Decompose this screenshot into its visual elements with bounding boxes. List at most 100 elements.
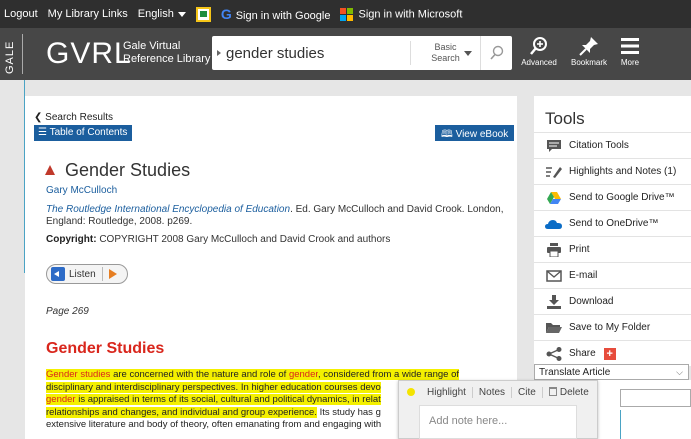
highlight-tab[interactable]: Highlight — [421, 386, 473, 398]
more-label: More — [620, 58, 640, 67]
download-icon — [547, 294, 561, 309]
microsoft-signin-button[interactable]: Sign in with Microsoft — [340, 7, 462, 21]
highlight-popover: Highlight Notes Cite Delete Add note her… — [398, 380, 598, 439]
toc-label: Table of Contents — [49, 127, 128, 138]
onedrive-item[interactable]: Send to OneDrive™ — [534, 210, 691, 236]
advanced-label: Advanced — [521, 58, 557, 67]
search-mode-select[interactable]: Basic Search — [410, 41, 480, 65]
google-drive-icon — [547, 191, 561, 204]
highlighted-text[interactable]: are concerned with the nature and role o… — [110, 369, 289, 380]
logo-divider — [22, 34, 23, 74]
body-text: extensive literature and body of theory,… — [46, 419, 382, 430]
search-input[interactable]: gender studies — [226, 45, 410, 62]
highlights-notes-item[interactable]: Highlights and Notes (1) — [534, 158, 691, 184]
translate-article-select[interactable]: Translate Article ⌵ — [534, 364, 689, 380]
cite-tab[interactable]: Cite — [512, 386, 543, 398]
microsoft-icon — [340, 7, 354, 21]
speaker-icon — [51, 267, 65, 281]
copyright-line: Copyright: COPYRIGHT 2008 Gary McCulloch… — [46, 234, 390, 245]
envelope-icon — [546, 269, 562, 282]
more-menu-button[interactable]: More — [605, 34, 655, 67]
highlighted-text[interactable]: , considered from a wide range of — [318, 369, 460, 380]
copyright-label: Copyright: — [46, 234, 97, 245]
highlighted-text[interactable]: disciplinary and interdisciplinary persp… — [46, 381, 381, 393]
notes-tab[interactable]: Notes — [473, 386, 513, 398]
advanced-search-icon — [530, 37, 547, 55]
citation-tools-item[interactable]: Citation Tools — [534, 132, 691, 158]
search-icon — [489, 45, 503, 60]
highlighted-text[interactable]: is appraised in terms of its social, cul… — [75, 394, 381, 405]
highlighted-term[interactable]: gender — [46, 394, 76, 405]
subtitle-line: Reference Library — [123, 53, 211, 65]
search-mode-label: Search — [431, 53, 460, 63]
search-bar: gender studies Basic Search — [212, 36, 512, 70]
gvrl-subtitle: Gale Virtual Reference Library — [123, 40, 210, 66]
tool-label: E-mail — [569, 270, 598, 281]
back-to-results-link[interactable]: ❮ Search Results — [34, 112, 113, 123]
pin-icon — [579, 37, 598, 56]
delete-button[interactable]: Delete — [543, 386, 595, 398]
table-of-contents-button[interactable]: ☰ Table of Contents — [34, 125, 133, 141]
email-item[interactable]: E-mail — [534, 262, 691, 288]
page-number: Page 269 — [46, 306, 89, 317]
download-item[interactable]: Download — [534, 288, 691, 314]
ebook-label: View eBook — [455, 129, 509, 140]
advanced-search-button[interactable]: Advanced — [514, 34, 564, 67]
body-text: Its study has g — [316, 406, 381, 418]
tool-label: Highlights and Notes (1) — [569, 166, 677, 177]
source-title[interactable]: The Routledge International Encyclopedia… — [46, 204, 290, 215]
tool-label: Share — [569, 348, 596, 359]
google-icon: G — [220, 6, 232, 22]
chevron-down-icon — [177, 11, 186, 17]
chevron-down-icon: ⌵ — [676, 367, 683, 377]
logout-link[interactable]: Logout — [4, 8, 38, 20]
collapse-icon[interactable] — [45, 165, 55, 175]
google-drive-item[interactable]: Send to Google Drive™ — [534, 184, 691, 210]
source-citation: The Routledge International Encyclopedia… — [46, 204, 506, 228]
search-mode-label: Basic — [434, 42, 457, 52]
tool-label: Send to Google Drive™ — [569, 192, 675, 203]
side-search-input[interactable] — [620, 389, 691, 407]
note-input[interactable]: Add note here... — [419, 405, 577, 439]
listen-label: Listen — [69, 268, 96, 280]
translate-label: Translate Article — [539, 367, 611, 378]
tool-label: Save to My Folder — [569, 322, 651, 333]
back-label: Search Results — [45, 112, 113, 123]
highlighted-term[interactable]: studies — [80, 369, 111, 380]
gale-logo[interactable]: GALE — [4, 34, 18, 74]
trash-icon — [548, 386, 557, 396]
folder-icon — [546, 323, 562, 333]
chevron-left-icon: ❮ — [34, 112, 46, 123]
language-label: English — [137, 8, 174, 20]
gvrl-logo[interactable]: GVRL — [46, 37, 132, 71]
delete-label: Delete — [559, 386, 589, 398]
highlighter-icon — [546, 166, 562, 178]
article-title: Gender Studies — [45, 160, 190, 181]
highlighted-text[interactable]: relationships and changes, and individua… — [46, 406, 317, 418]
print-item[interactable]: Print — [534, 236, 691, 262]
tools-panel: Tools Citation Tools Highlights and Note… — [534, 96, 691, 366]
language-select[interactable]: English — [138, 8, 186, 20]
add-share-icon[interactable]: + — [603, 347, 616, 360]
comment-icon — [547, 139, 561, 152]
save-folder-item[interactable]: Save to My Folder — [534, 314, 691, 340]
share-item[interactable]: Share + — [534, 340, 691, 366]
top-bar: Logout My Library Links English G Sign in… — [0, 0, 691, 28]
listen-button[interactable]: Listen — [46, 264, 128, 284]
view-ebook-button[interactable]: 🕮 View eBook — [435, 125, 515, 141]
google-classroom-icon[interactable] — [195, 6, 211, 22]
tools-title: Tools — [545, 109, 585, 128]
author-link[interactable]: Gary McCulloch — [46, 185, 117, 196]
highlighted-term[interactable]: Gender — [46, 369, 78, 380]
listen-divider — [101, 267, 103, 281]
play-icon — [108, 269, 117, 279]
google-signin-button[interactable]: G Sign in with Google — [221, 6, 331, 22]
library-links-link[interactable]: My Library Links — [48, 8, 128, 20]
search-button[interactable] — [480, 36, 512, 70]
search-options-icon[interactable] — [217, 50, 221, 56]
annotation-connector-line — [620, 410, 621, 439]
highlighted-term[interactable]: gender — [288, 369, 319, 380]
highlight-color-icon[interactable] — [407, 388, 415, 396]
tool-label: Print — [569, 244, 590, 255]
chevron-down-icon — [464, 51, 472, 56]
